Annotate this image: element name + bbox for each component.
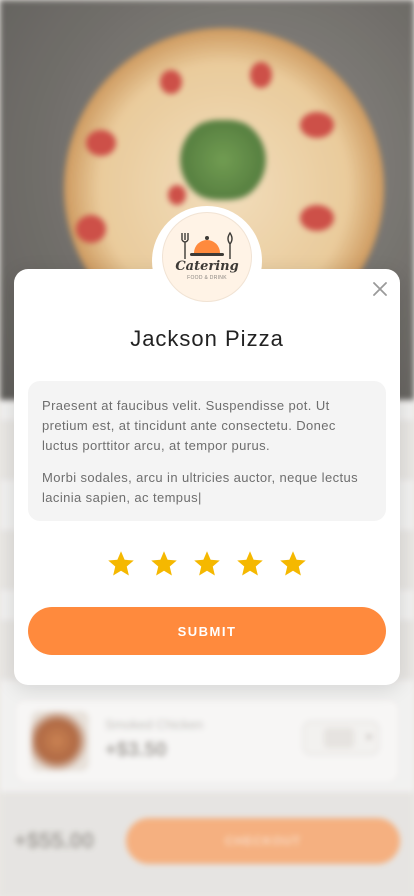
star-icon[interactable]	[192, 549, 222, 579]
star-icon[interactable]	[235, 549, 265, 579]
star-icon[interactable]	[149, 549, 179, 579]
star-icon[interactable]	[278, 549, 308, 579]
catering-logo: Catering FOOD & DRINK	[162, 212, 252, 302]
submit-button[interactable]: SUBMIT	[28, 607, 386, 655]
close-icon[interactable]	[372, 281, 388, 297]
brand-name: Catering	[175, 259, 239, 274]
review-paragraph: Morbi sodales, arcu in ultricies auctor,…	[42, 470, 359, 505]
brand-tagline: FOOD & DRINK	[187, 275, 227, 281]
star-rating[interactable]	[106, 549, 308, 579]
restaurant-name: Jackson Pizza	[130, 326, 284, 351]
star-icon[interactable]	[106, 549, 136, 579]
review-modal: Jackson Pizza Praesent at faucibus velit…	[14, 269, 400, 685]
review-paragraph: Praesent at faucibus velit. Suspendisse …	[42, 398, 336, 453]
review-textarea[interactable]: Praesent at faucibus velit. Suspendisse …	[28, 381, 386, 521]
cloche-icon	[181, 231, 233, 259]
